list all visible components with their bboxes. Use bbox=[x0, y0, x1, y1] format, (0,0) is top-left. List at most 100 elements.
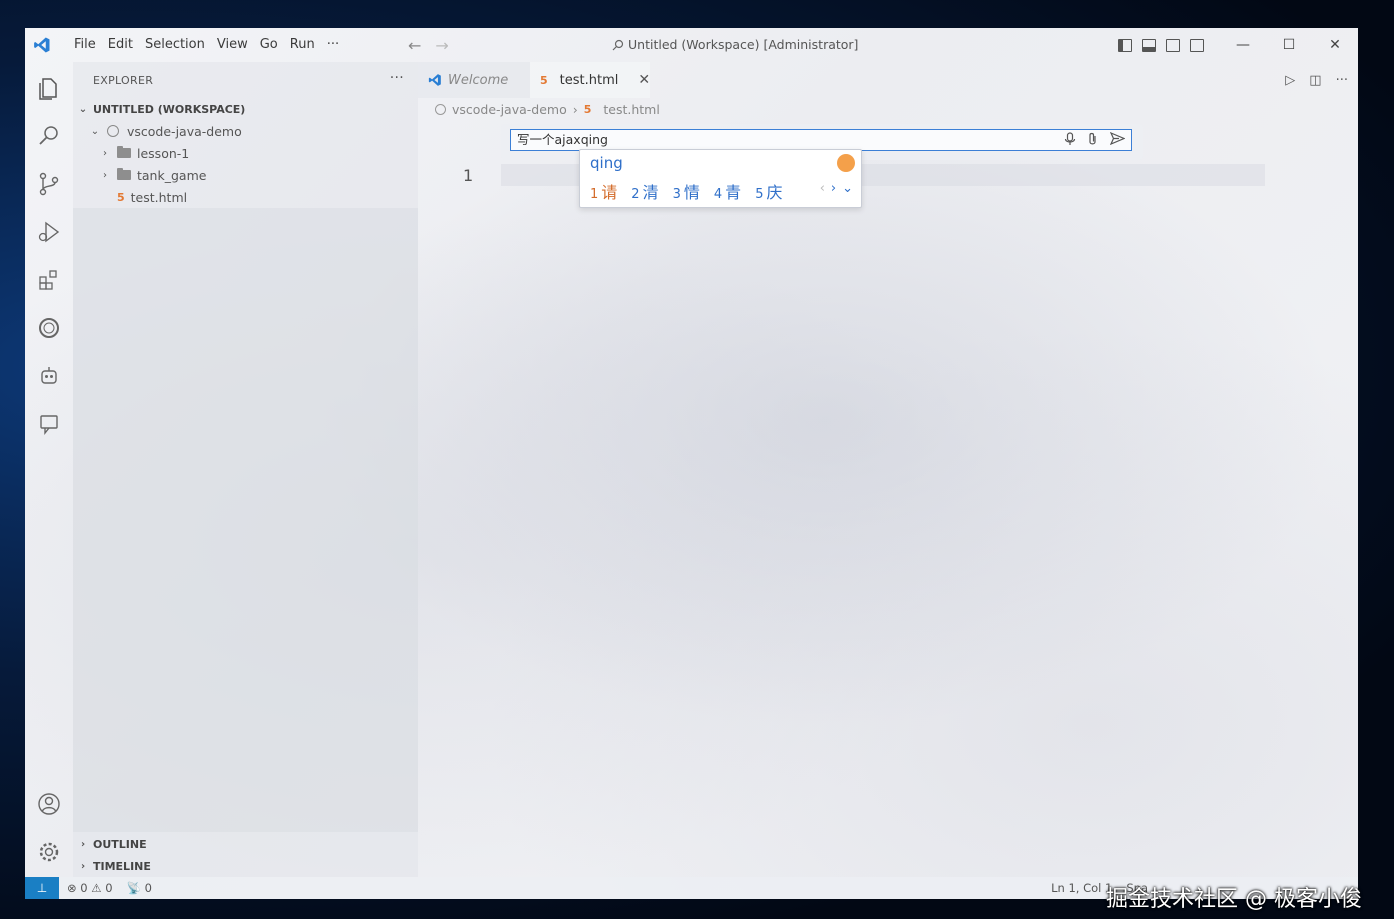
ime-next-icon[interactable]: › bbox=[831, 181, 836, 196]
tab-test-html[interactable]: 5 test.html ✕ bbox=[530, 62, 650, 98]
chat-input[interactable]: 写一个ajaxqing bbox=[510, 129, 1132, 151]
vscode-logo-icon bbox=[428, 74, 441, 86]
toggle-secondary-sidebar-icon[interactable] bbox=[1166, 38, 1180, 52]
ime-prev-icon[interactable]: ‹ bbox=[820, 181, 825, 196]
title-bar: File Edit Selection View Go Run ··· ← → … bbox=[25, 28, 1358, 62]
sidebar-empty-area bbox=[73, 208, 418, 832]
tree-item-label: test.html bbox=[130, 189, 188, 205]
explorer-icon[interactable] bbox=[37, 76, 61, 100]
outline-section[interactable]: › OUTLINE bbox=[73, 833, 418, 855]
line-number: 1 bbox=[463, 166, 474, 185]
back-arrow-icon[interactable]: ← bbox=[408, 36, 421, 55]
candidate-text: 庆 bbox=[766, 183, 783, 202]
menu-more[interactable]: ··· bbox=[321, 36, 345, 54]
ime-candidate[interactable]: 4青 bbox=[714, 179, 741, 203]
account-icon[interactable] bbox=[37, 792, 61, 816]
search-icon[interactable] bbox=[37, 124, 61, 148]
toggle-panel-icon[interactable] bbox=[1142, 38, 1156, 52]
ime-candidate[interactable]: 3情 bbox=[673, 179, 700, 203]
split-editor-icon[interactable]: ◫ bbox=[1309, 73, 1321, 88]
ime-candidate[interactable]: 2清 bbox=[631, 179, 658, 203]
maximize-button[interactable]: ☐ bbox=[1266, 37, 1312, 53]
candidate-text: 青 bbox=[725, 183, 742, 202]
window-title-text: Untitled (Workspace) [Administrator] bbox=[628, 37, 859, 52]
sidebar-bottom-sections: › OUTLINE › TIMELINE bbox=[73, 833, 418, 877]
html-file-icon: 5 bbox=[117, 190, 125, 204]
source-control-icon[interactable] bbox=[37, 172, 61, 196]
tree-item-test-html[interactable]: 5 test.html bbox=[73, 186, 418, 208]
ime-candidate[interactable]: 1请 bbox=[590, 179, 617, 203]
forward-arrow-icon[interactable]: → bbox=[435, 36, 448, 55]
watermark-text: 掘金技术社区 @ 极客小俊 bbox=[1106, 887, 1362, 912]
run-icon[interactable]: ▷ bbox=[1285, 73, 1295, 88]
vscode-window: File Edit Selection View Go Run ··· ← → … bbox=[25, 28, 1358, 899]
chevron-down-icon: ⌄ bbox=[78, 103, 88, 115]
workspace-section[interactable]: ⌄ UNTITLED (WORKSPACE) bbox=[73, 98, 418, 120]
minimize-button[interactable]: — bbox=[1220, 37, 1266, 53]
status-left: ⊗ 0 ⚠ 0 📡 0 bbox=[67, 881, 152, 895]
explorer-more-button[interactable]: ··· bbox=[390, 70, 404, 86]
layout-controls bbox=[1118, 38, 1204, 52]
editor-tabs: Welcome 5 test.html ✕ ▷ ◫ ··· bbox=[418, 62, 1358, 98]
ime-logo-icon[interactable] bbox=[837, 154, 855, 172]
menu-edit[interactable]: Edit bbox=[102, 36, 139, 54]
tree-item-lesson-1[interactable]: › lesson-1 bbox=[73, 142, 418, 164]
remote-explorer-icon[interactable] bbox=[37, 316, 61, 340]
close-icon[interactable]: ✕ bbox=[638, 72, 650, 88]
explorer-sidebar: EXPLORER ··· ⌄ UNTITLED (WORKSPACE) ⌄ vs… bbox=[73, 62, 418, 877]
candidate-number: 5 bbox=[755, 187, 764, 202]
outline-title: OUTLINE bbox=[93, 837, 147, 851]
more-actions-icon[interactable]: ··· bbox=[1336, 73, 1348, 88]
menu-go[interactable]: Go bbox=[254, 36, 284, 54]
menu-run[interactable]: Run bbox=[284, 36, 321, 54]
candidate-text: 请 bbox=[601, 183, 618, 202]
project-folder[interactable]: ⌄ vscode-java-demo bbox=[73, 120, 418, 142]
menu-view[interactable]: View bbox=[211, 36, 254, 54]
ime-nav: ‹ › ⌄ bbox=[820, 181, 853, 196]
close-window-button[interactable]: ✕ bbox=[1312, 37, 1358, 53]
ime-expand-icon[interactable]: ⌄ bbox=[842, 181, 853, 196]
ports-status[interactable]: 📡 0 bbox=[127, 881, 152, 895]
run-debug-icon[interactable] bbox=[37, 220, 61, 244]
customize-layout-icon[interactable] bbox=[1190, 38, 1204, 52]
chevron-right-icon: › bbox=[103, 147, 107, 159]
breadcrumb: vscode-java-demo › 5 test.html bbox=[435, 100, 660, 118]
chat-icon[interactable] bbox=[37, 412, 61, 436]
attach-icon[interactable] bbox=[1088, 132, 1098, 146]
menu-bar: File Edit Selection View Go Run ··· bbox=[68, 36, 345, 54]
window-title[interactable]: Untitled (Workspace) [Administrator] bbox=[612, 37, 858, 52]
menu-file[interactable]: File bbox=[68, 36, 102, 54]
folder-circle-icon bbox=[435, 103, 446, 115]
nav-arrows: ← → bbox=[408, 36, 449, 55]
project-label: vscode-java-demo bbox=[127, 123, 242, 139]
timeline-section[interactable]: › TIMELINE bbox=[73, 855, 418, 877]
candidate-text: 情 bbox=[683, 183, 700, 202]
extensions-icon[interactable] bbox=[37, 268, 61, 292]
explorer-title: EXPLORER bbox=[93, 73, 154, 87]
tree-item-tank-game[interactable]: › tank_game bbox=[73, 164, 418, 186]
chat-tools bbox=[1064, 132, 1125, 146]
send-icon[interactable] bbox=[1110, 132, 1125, 145]
problems-status[interactable]: ⊗ 0 ⚠ 0 bbox=[67, 881, 113, 895]
tab-label: test.html bbox=[559, 72, 619, 88]
ports-count: 0 bbox=[144, 881, 152, 895]
project-circle-icon bbox=[107, 125, 119, 137]
search-icon bbox=[612, 39, 624, 50]
vscode-logo-icon bbox=[34, 37, 50, 53]
microphone-icon[interactable] bbox=[1064, 132, 1076, 146]
gear-icon[interactable] bbox=[37, 840, 61, 864]
ime-candidate[interactable]: 5庆 bbox=[755, 179, 782, 203]
breadcrumb-file[interactable]: test.html bbox=[603, 102, 659, 117]
remote-indicator-icon[interactable]: ⊥ bbox=[25, 877, 59, 899]
tab-label: Welcome bbox=[448, 72, 509, 88]
copilot-robot-icon[interactable] bbox=[37, 364, 61, 388]
toggle-primary-sidebar-icon[interactable] bbox=[1118, 38, 1132, 52]
breadcrumb-folder[interactable]: vscode-java-demo bbox=[452, 102, 567, 117]
chevron-right-icon: › bbox=[80, 860, 86, 872]
tab-welcome[interactable]: Welcome bbox=[418, 62, 530, 98]
ime-candidate-window: qing 1请 2清 3情 4青 5庆 ‹ › ⌄ bbox=[579, 149, 862, 208]
html-file-icon: 5 bbox=[540, 73, 548, 87]
menu-selection[interactable]: Selection bbox=[139, 36, 211, 54]
chevron-down-icon: ⌄ bbox=[90, 125, 100, 137]
cursor-position[interactable]: Ln 1, Col 1 bbox=[1051, 881, 1112, 895]
